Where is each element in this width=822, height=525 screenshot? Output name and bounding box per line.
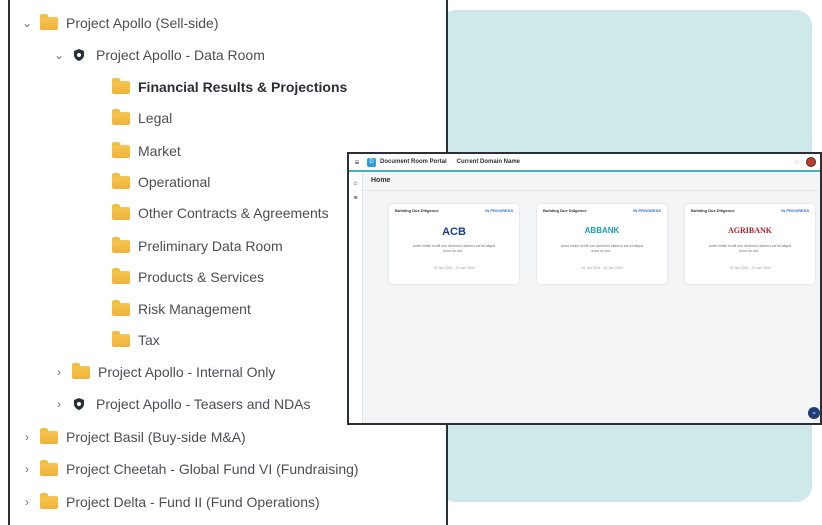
bank-logo: AGRIBANK [727,226,772,235]
tree-item-label: Project Apollo (Sell-side) [66,15,219,31]
card-title: Building Due Diligence [691,208,735,213]
home-icon[interactable]: ⌂ [349,180,362,187]
folder-icon [112,172,130,189]
avatar[interactable] [806,157,816,167]
folder-icon [112,299,130,316]
tree-item[interactable]: › Project Basil (Buy-side M&A) [20,422,246,452]
card-header: Building Due Diligence IN PROGRESS [543,208,661,213]
tree-item[interactable]: ⌄ Project Apollo (Sell-side) [20,8,219,38]
folder-icon [112,330,130,347]
tree-item-label: Operational [138,174,211,190]
card-title: Building Due Diligence [395,208,439,213]
app-logo-icon: D [367,157,376,167]
screenshot-stage: ⌄ Project Apollo (Sell-side) ⌄ Project Apol… [0,0,822,525]
folder-icon [112,236,130,253]
project-card[interactable]: Building Due Diligence IN PROGRESS ACB Amet… [389,204,519,284]
status-badge: IN PROGRESS [633,208,661,213]
shield-icon [74,49,84,61]
folder-icon [40,13,58,30]
tree-item-label: Project Cheetah - Global Fund VI (Fundra… [66,461,359,477]
portal-window: ≡ D Document Room Portal Current Domain … [347,152,822,425]
card-header: Building Due Diligence IN PROGRESS [395,208,513,213]
card-title: Building Due Diligence [543,208,587,213]
card-date: 15 Jan 2024 - 31 Jan 2024 [729,266,771,270]
chevron-right-icon[interactable]: › [20,495,34,509]
chevron-right-icon[interactable]: › [52,365,66,379]
tree-item[interactable]: Legal [92,103,172,133]
tree-item[interactable]: Other Contracts & Agreements [92,198,329,228]
tree-item[interactable]: Market [92,136,181,166]
menu-icon[interactable]: ≡ [351,158,363,167]
star-icon[interactable]: ☆ [794,158,800,166]
tree-item-label: Project Apollo - Internal Only [98,364,276,380]
card-description: Amet minim mollit non deserunt ullamco e… [708,244,792,253]
card-description: Amet minim mollit non deserunt ullamco e… [560,244,644,253]
tree-item[interactable]: › Project Cheetah - Global Fund VI (Fundr… [20,454,359,484]
bank-logo: ACB [442,226,466,238]
tree-item[interactable]: › Project Apollo - Internal Only [52,357,275,387]
status-badge: IN PROGRESS [485,208,513,213]
tree-item[interactable]: Financial Results & Projections [92,72,347,102]
folder-icon [112,141,130,158]
folder-icon [40,427,58,444]
chevron-right-icon[interactable]: › [20,430,34,444]
folder-icon [112,77,130,94]
chevron-down-icon[interactable]: ⌄ [20,16,34,30]
folder-icon [112,267,130,284]
tree-item-label: Preliminary Data Room [138,238,283,254]
page-title: Home [371,177,391,184]
bank-logo: ABBANK [584,226,620,235]
tree-item[interactable]: Preliminary Data Room [92,231,283,261]
card-description: Amet minim mollit non deserunt ullamco e… [412,244,496,253]
list-icon[interactable]: ≡ [349,195,362,202]
project-card[interactable]: Building Due Diligence IN PROGRESS AGRIBAN… [685,204,815,284]
tree-item-label: Products & Services [138,269,265,285]
folder-icon [40,459,58,476]
tree-item[interactable]: › Project Apollo - Teasers and NDAs [52,389,311,419]
tree-item-label: Legal [138,110,173,126]
shield-icon [74,398,84,410]
tree-item-label: Project Basil (Buy-side M&A) [66,429,246,445]
chevron-down-icon[interactable]: ⌄ [52,48,66,62]
card-date: 15 Jan 2024 - 31 Jan 2024 [581,266,623,270]
folder-icon [72,362,90,379]
tree-item[interactable]: ⌄ Project Apollo - Data Room [52,40,265,70]
tree-item-label: Financial Results & Projections [138,79,348,95]
chevron-right-icon[interactable]: › [20,462,34,476]
tree-item-label: Project Apollo - Teasers and NDAs [96,396,311,412]
tree-item[interactable]: Risk Management [92,294,251,324]
folder-icon [40,492,58,509]
chevron-down-icon[interactable]: ⌄ [808,407,820,419]
tree-item[interactable]: Products & Services [92,262,264,292]
app-title: Document Room Portal [380,159,447,165]
tree-item-label: Project Apollo - Data Room [96,47,265,63]
portal-top-bar: ≡ D Document Room Portal Current Domain … [349,154,820,172]
tree-item-label: Other Contracts & Agreements [138,205,329,221]
tree-item-label: Tax [138,332,160,348]
divider [363,190,820,191]
top-right-actions: ☆ [794,157,816,167]
folder-icon [112,108,130,125]
portal-sidebar: ⌂ ≡ [349,172,363,423]
tree-item-label: Risk Management [138,301,251,317]
project-card[interactable]: Building Due Diligence IN PROGRESS ABBANK A… [537,204,667,284]
tree-item-label: Market [138,143,181,159]
chevron-right-icon[interactable]: › [52,397,66,411]
card-date: 15 Jan 2024 - 31 Jan 2024 [433,266,475,270]
status-badge: IN PROGRESS [781,208,809,213]
domain-name[interactable]: Current Domain Name [457,159,520,165]
tree-item-label: Project Delta - Fund II (Fund Operations… [66,494,320,510]
tree-item[interactable]: › Project Delta - Fund II (Fund Operation… [20,487,320,517]
card-header: Building Due Diligence IN PROGRESS [691,208,809,213]
tree-item[interactable]: Tax [92,325,160,355]
folder-icon [112,203,130,220]
tree-item[interactable]: Operational [92,167,210,197]
